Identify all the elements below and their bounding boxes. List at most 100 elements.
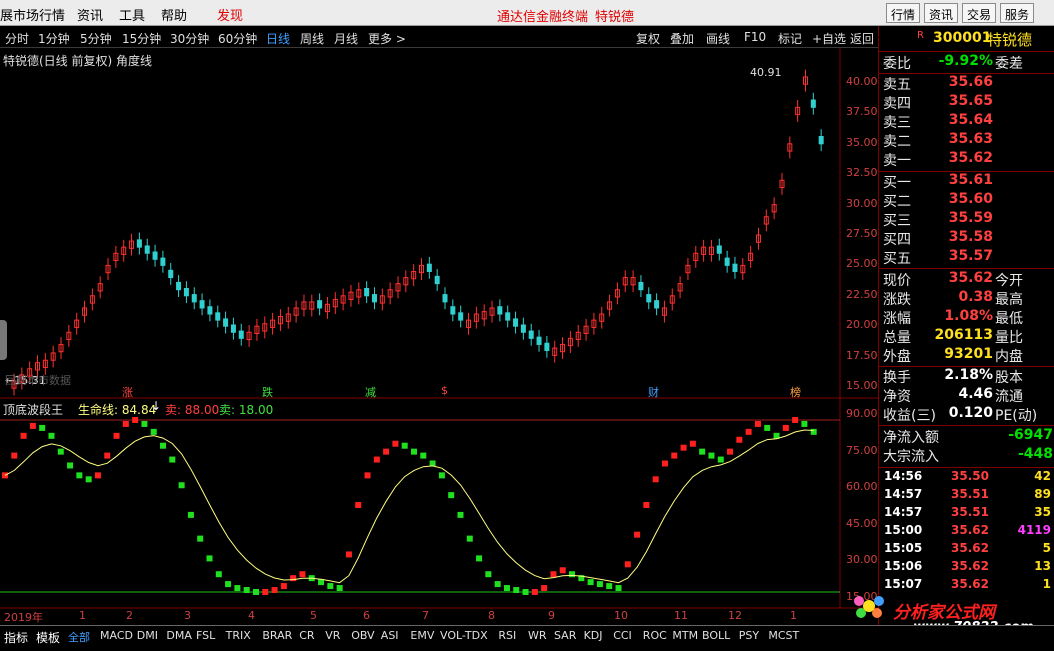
- draw-button[interactable]: 画线: [706, 30, 730, 47]
- tab-brar[interactable]: BRAR: [262, 629, 292, 642]
- add-watchlist-button[interactable]: +自选: [812, 30, 846, 47]
- menu-discover[interactable]: 发现: [217, 5, 243, 24]
- oscillator-block: [234, 585, 241, 592]
- period-more[interactable]: 更多 >: [368, 30, 406, 47]
- candle-body: [136, 239, 142, 248]
- tab-dma[interactable]: DMA: [166, 629, 192, 642]
- adjust-button[interactable]: 复权: [636, 30, 660, 47]
- app-title: 通达信金融终端: [497, 10, 589, 25]
- candle-body: [207, 306, 213, 315]
- y-tick-label: 20.00: [846, 318, 878, 332]
- tab-指标[interactable]: 指标: [4, 629, 28, 646]
- ask-row[interactable]: 卖三 35.64: [879, 112, 1054, 131]
- y-tick-label: 17.50: [846, 348, 878, 362]
- tab-vr[interactable]: VR: [325, 629, 340, 642]
- oscillator-block: [661, 460, 668, 467]
- service-button[interactable]: 服务: [1000, 3, 1035, 23]
- tab-trix[interactable]: TRIX: [226, 629, 251, 642]
- tab-boll[interactable]: BOLL: [702, 629, 730, 642]
- period-15min[interactable]: 15分钟: [122, 30, 161, 47]
- tab-mtm[interactable]: MTM: [672, 629, 698, 642]
- bid-row[interactable]: 买四 35.58: [879, 229, 1054, 248]
- quote-panel: R 300001 特锐德 委比 -9.92% 委差 卖五 35.66 卖四 35.65…: [854, 26, 1054, 635]
- oscillator-block: [494, 581, 501, 588]
- tab-macd[interactable]: MACD: [100, 629, 133, 642]
- tab-sar[interactable]: SAR: [554, 629, 576, 642]
- tab-fsl[interactable]: FSL: [196, 629, 215, 642]
- tab-asi[interactable]: ASI: [381, 629, 399, 642]
- oscillator-block: [550, 571, 557, 578]
- menu-help[interactable]: 帮助: [161, 5, 187, 24]
- chart-area[interactable]: [0, 48, 878, 625]
- candle-body: [160, 257, 166, 266]
- period-5min[interactable]: 5分钟: [80, 30, 112, 47]
- menu-tools[interactable]: 工具: [119, 5, 145, 24]
- collapse-handle[interactable]: [0, 320, 7, 360]
- oscillator-block: [438, 472, 445, 479]
- period-30min[interactable]: 30分钟: [170, 30, 209, 47]
- mark-button[interactable]: 标记: [778, 30, 802, 47]
- x-tick-label: 2019年: [4, 611, 43, 624]
- oscillator-block: [178, 482, 185, 489]
- menu-market[interactable]: 展市场行情: [0, 5, 65, 24]
- period-monthly[interactable]: 月线: [334, 30, 358, 47]
- event-marker[interactable]: 榜: [790, 384, 801, 400]
- tab-dmi[interactable]: DMI: [137, 629, 158, 642]
- ask-row[interactable]: 卖五 35.66: [879, 74, 1054, 93]
- oscillator-block: [252, 589, 259, 595]
- tab-wr[interactable]: WR: [528, 629, 547, 642]
- tab-emv[interactable]: EMV: [410, 629, 434, 642]
- period-intraday[interactable]: 分时: [5, 30, 29, 47]
- x-tick-label: 9: [548, 609, 555, 622]
- x-tick-label: 1: [790, 609, 797, 622]
- info-button[interactable]: 资讯: [924, 3, 959, 23]
- oscillator-block: [20, 432, 27, 439]
- oscillator-block: [587, 579, 594, 586]
- bid-row[interactable]: 买二 35.60: [879, 191, 1054, 210]
- bid-row[interactable]: 买三 35.59: [879, 210, 1054, 229]
- bid-row[interactable]: 买一 35.61: [879, 172, 1054, 191]
- tab-模板[interactable]: 模板: [36, 629, 60, 646]
- event-marker[interactable]: 涨: [122, 384, 133, 400]
- tab-psy[interactable]: PSY: [739, 629, 759, 642]
- period-60min[interactable]: 60分钟: [218, 30, 257, 47]
- event-marker[interactable]: 财: [648, 384, 659, 400]
- tab-vol-tdx[interactable]: VOL-TDX: [440, 629, 488, 642]
- tab-roc[interactable]: ROC: [643, 629, 667, 642]
- oscillator-block: [569, 571, 576, 578]
- candle-body: [442, 294, 448, 303]
- tab-mcst[interactable]: MCST: [768, 629, 799, 642]
- oscillator-block: [420, 452, 427, 459]
- overlay-button[interactable]: 叠加: [670, 30, 694, 47]
- ask-row[interactable]: 卖二 35.63: [879, 131, 1054, 150]
- back-button[interactable]: 返回: [850, 30, 874, 47]
- period-1min[interactable]: 1分钟: [38, 30, 70, 47]
- candle-body: [716, 245, 722, 254]
- watermark-text: 回到本市数据: [5, 374, 71, 387]
- ask-row[interactable]: 卖四 35.65: [879, 93, 1054, 112]
- bid-row[interactable]: 买五 35.57: [879, 248, 1054, 267]
- tab-kdj[interactable]: KDJ: [584, 629, 603, 642]
- candle-body: [191, 294, 197, 303]
- event-marker[interactable]: 跌: [262, 384, 273, 400]
- ask-row[interactable]: 卖一 35.62: [879, 150, 1054, 169]
- candle-body: [458, 312, 464, 321]
- quote-button[interactable]: 行情: [886, 3, 921, 23]
- f10-button[interactable]: F10: [744, 30, 766, 44]
- event-marker[interactable]: $: [441, 384, 448, 397]
- event-marker[interactable]: 减: [365, 384, 376, 400]
- flow-row: 净流入额 -6947: [883, 427, 1053, 446]
- stat-row: 现价 35.62 今开: [883, 270, 1023, 289]
- tab-obv[interactable]: OBV: [351, 629, 374, 642]
- tab-rsi[interactable]: RSI: [498, 629, 516, 642]
- tab-全部[interactable]: 全部: [68, 629, 90, 645]
- oscillator-block: [104, 452, 111, 459]
- candle-body: [646, 294, 652, 303]
- x-tick-label: 8: [488, 609, 495, 622]
- period-daily[interactable]: 日线: [266, 30, 290, 47]
- period-weekly[interactable]: 周线: [300, 30, 324, 47]
- tab-cr[interactable]: CR: [299, 629, 314, 642]
- menu-news[interactable]: 资讯: [77, 5, 103, 24]
- trade-button[interactable]: 交易: [962, 3, 997, 23]
- tab-cci[interactable]: CCI: [613, 629, 632, 642]
